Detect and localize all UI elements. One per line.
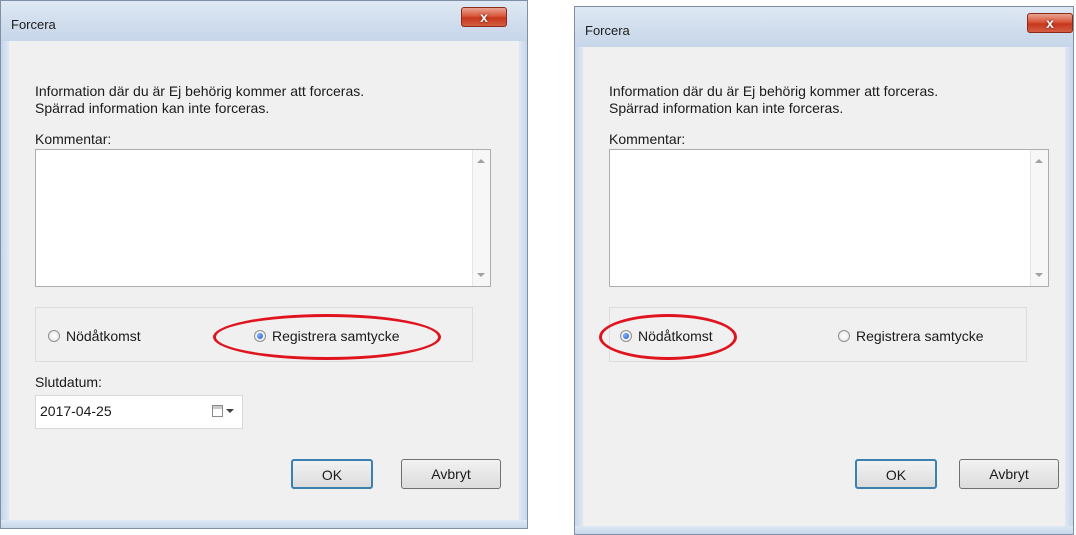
forcera-dialog-right: Forcera x Information där du är Ej behör…	[574, 6, 1074, 535]
radio-emergency-access[interactable]: Nödåtkomst	[48, 328, 141, 344]
close-icon: x	[1046, 15, 1054, 31]
scroll-down-icon[interactable]	[1035, 273, 1043, 277]
comment-label: Kommentar:	[35, 131, 112, 147]
end-date-value: 2017-04-25	[40, 403, 112, 419]
access-type-group: Nödåtkomst Registrera samtycke	[35, 307, 473, 362]
close-button[interactable]: x	[461, 7, 507, 27]
calendar-icon	[212, 405, 223, 417]
cancel-button[interactable]: Avbryt	[401, 459, 501, 489]
comment-textarea[interactable]	[609, 149, 1049, 287]
comment-textarea[interactable]	[35, 149, 491, 287]
title-bar[interactable]: Forcera x	[1, 1, 527, 41]
chevron-down-icon	[226, 409, 234, 413]
radio-consent-circle[interactable]	[838, 330, 850, 342]
ok-button[interactable]: OK	[855, 459, 937, 489]
info-text: Information där du är Ej behörig kommer …	[35, 83, 364, 117]
radio-emergency-label: Nödåtkomst	[66, 328, 141, 344]
dialog-body: Information där du är Ej behörig kommer …	[9, 41, 519, 520]
radio-register-consent[interactable]: Registrera samtycke	[254, 328, 400, 344]
scroll-down-icon[interactable]	[477, 273, 485, 277]
close-icon: x	[480, 9, 488, 25]
end-date-label: Slutdatum:	[35, 374, 102, 390]
info-line-1: Information där du är Ej behörig kommer …	[609, 83, 939, 99]
forcera-dialog-left: Forcera x Information där du är Ej behör…	[0, 0, 528, 529]
info-line-1: Information där du är Ej behörig kommer …	[35, 83, 365, 99]
radio-emergency-label: Nödåtkomst	[638, 328, 713, 344]
info-text: Information där du är Ej behörig kommer …	[609, 83, 938, 117]
radio-consent-label: Registrera samtycke	[856, 328, 984, 344]
scroll-up-icon[interactable]	[477, 159, 485, 163]
radio-consent-label: Registrera samtycke	[272, 328, 400, 344]
radio-emergency-circle[interactable]	[48, 330, 60, 342]
end-date-picker[interactable]: 2017-04-25	[35, 395, 243, 429]
comment-label: Kommentar:	[609, 131, 686, 147]
info-line-2: Spärrad information kan inte forceras.	[35, 100, 270, 116]
scroll-up-icon[interactable]	[1035, 159, 1043, 163]
cancel-button[interactable]: Avbryt	[959, 459, 1059, 489]
radio-emergency-access[interactable]: Nödåtkomst	[620, 328, 713, 344]
ok-button[interactable]: OK	[291, 459, 373, 489]
dialog-title: Forcera	[11, 17, 56, 32]
close-button[interactable]: x	[1027, 13, 1073, 33]
dialog-body: Information där du är Ej behörig kommer …	[583, 47, 1065, 526]
dialog-title: Forcera	[585, 23, 630, 38]
comment-scrollbar[interactable]	[1030, 150, 1048, 286]
info-line-2: Spärrad information kan inte forceras.	[609, 100, 844, 116]
access-type-group: Nödåtkomst Registrera samtycke	[609, 307, 1027, 362]
radio-consent-circle[interactable]	[254, 330, 266, 342]
radio-emergency-circle[interactable]	[620, 330, 632, 342]
title-bar[interactable]: Forcera x	[575, 7, 1073, 47]
calendar-dropdown-button[interactable]	[212, 404, 236, 420]
comment-scrollbar[interactable]	[472, 150, 490, 286]
radio-register-consent[interactable]: Registrera samtycke	[838, 328, 984, 344]
